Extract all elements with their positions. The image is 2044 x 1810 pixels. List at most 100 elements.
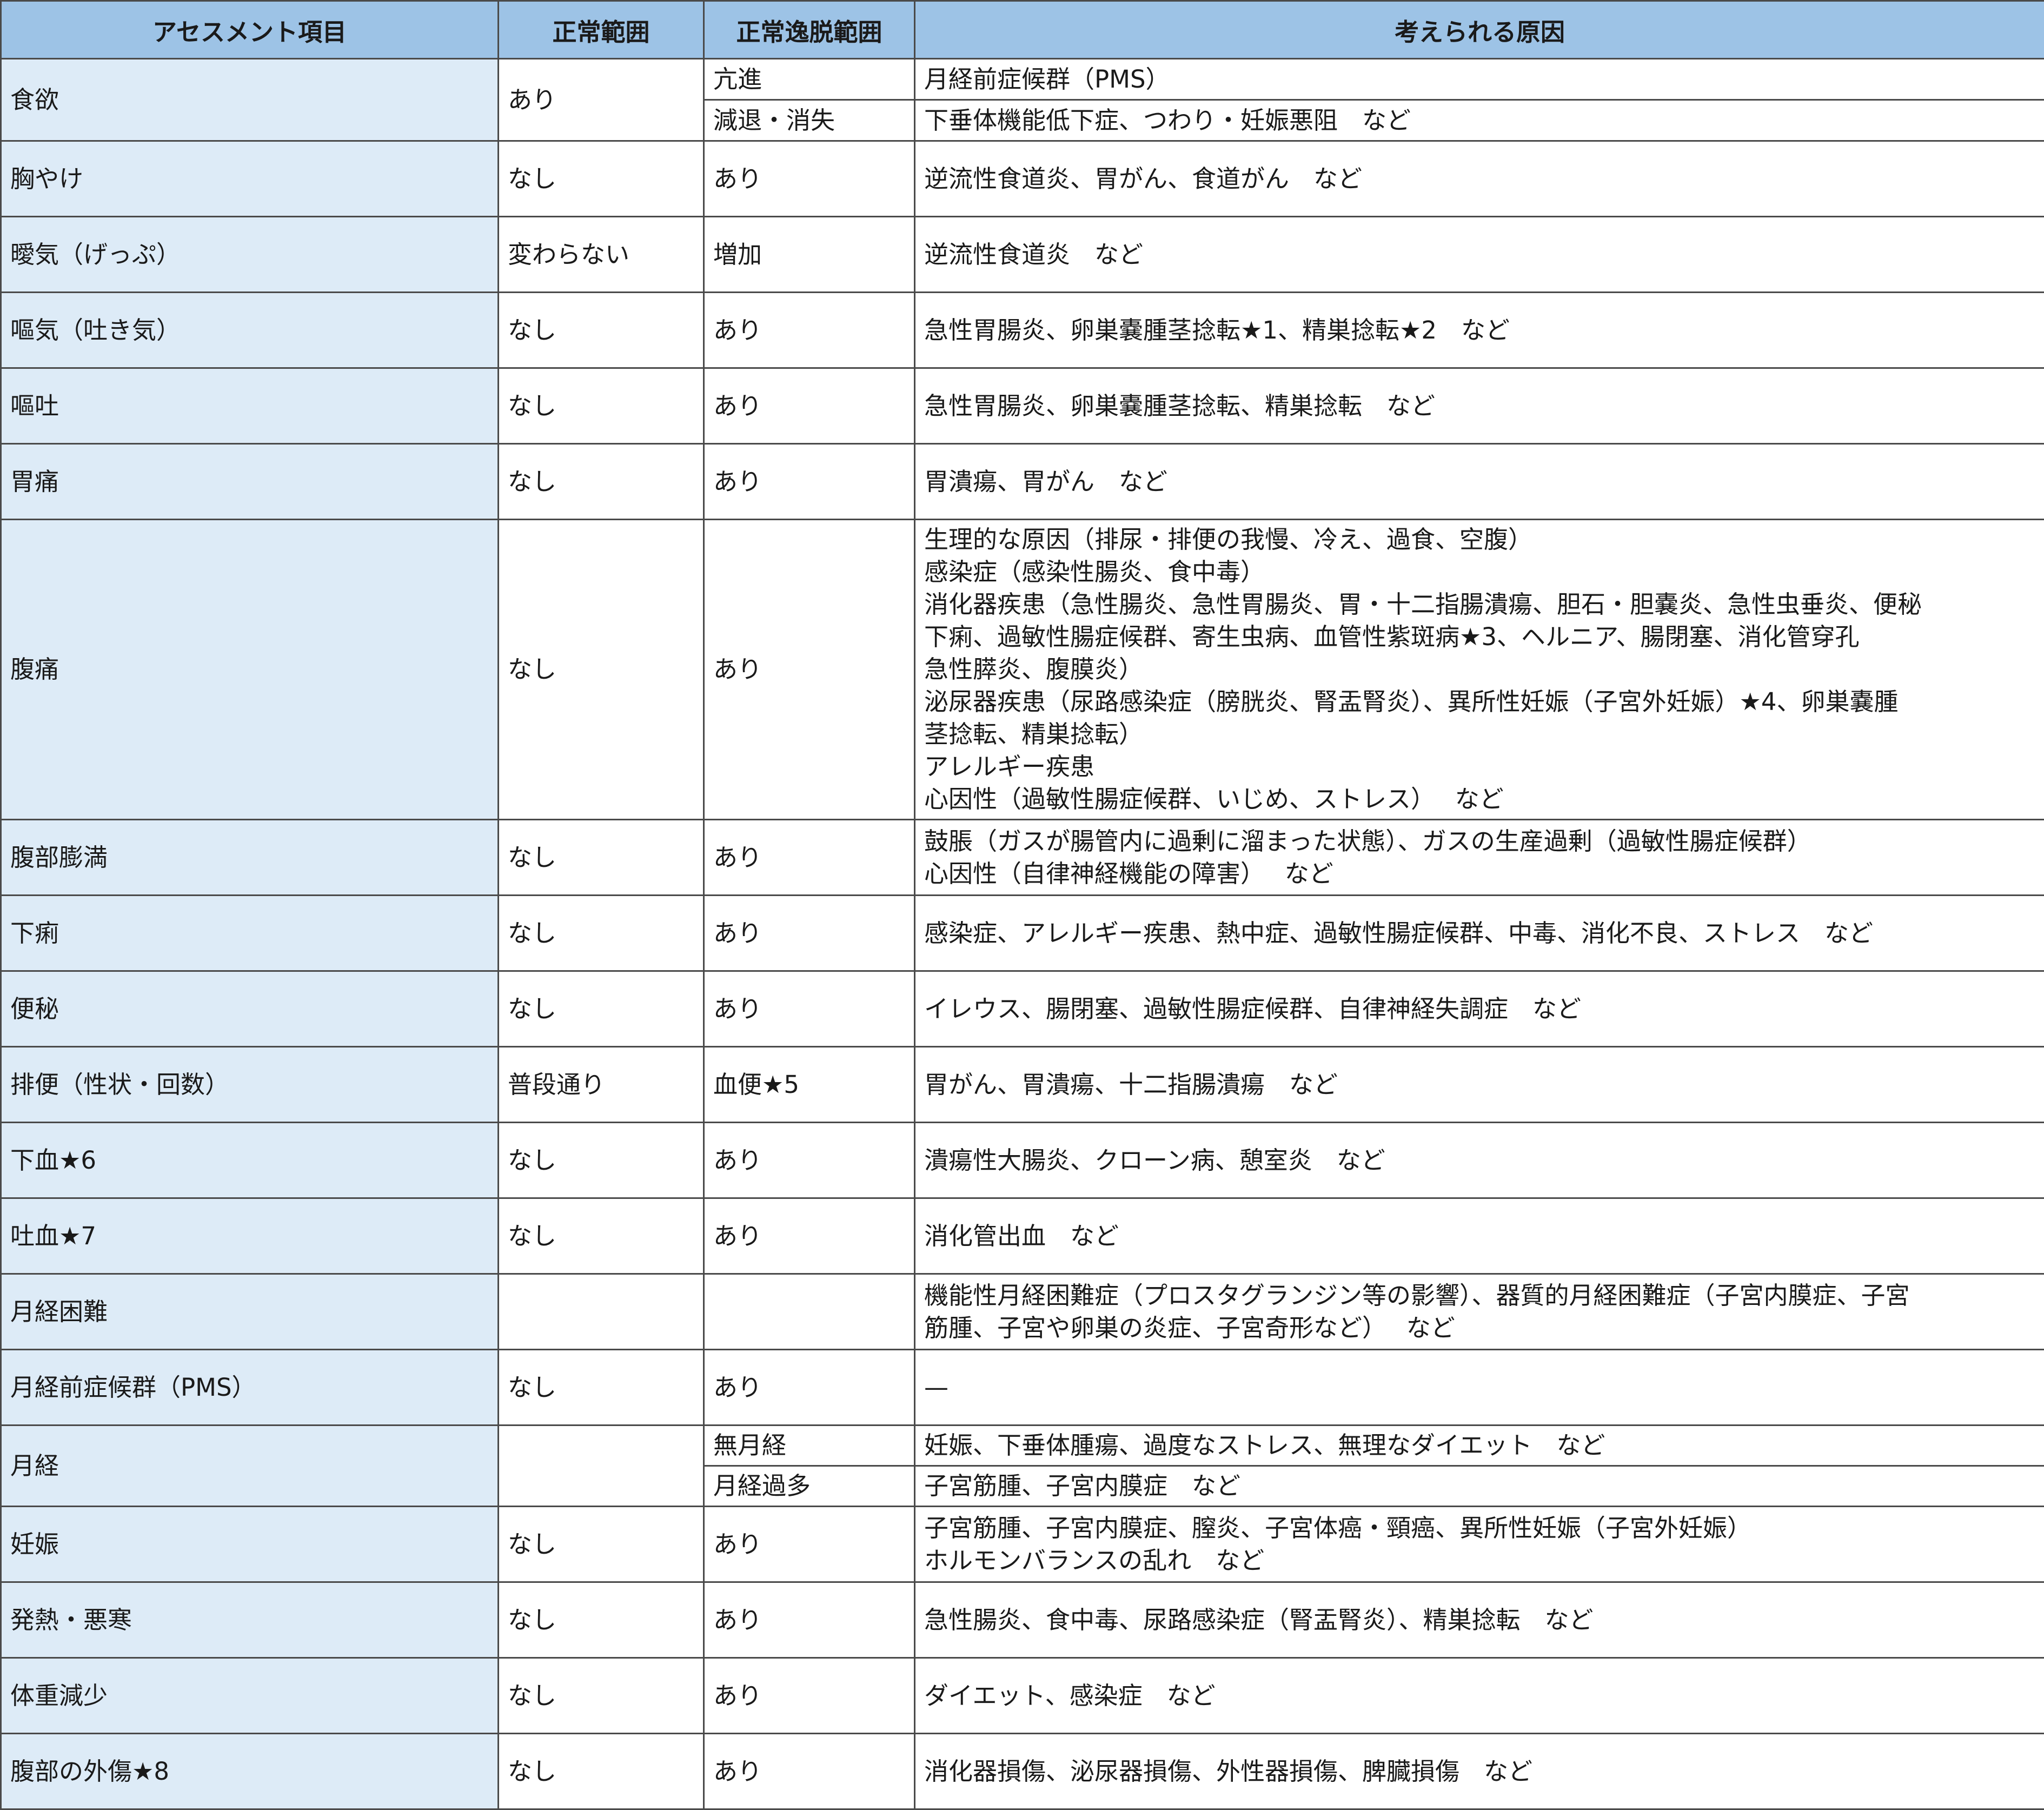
item-cell: 食欲	[1, 59, 499, 141]
item-cell: 嘔吐	[1, 368, 499, 444]
abnormal-cell: あり	[704, 1734, 915, 1809]
normal-cell: なし	[499, 1198, 704, 1274]
table-row: 曖気（げっぷ） 変わらない 増加 逆流性食道炎 など	[1, 217, 2044, 293]
abnormal-cell: あり	[704, 1350, 915, 1426]
cause-cell: 消化管出血 など	[915, 1198, 2044, 1274]
normal-cell: なし	[499, 820, 704, 896]
cause-cell: 機能性月経困難症（プロスタグランジン等の影響）、器質的月経困難症（子宮内膜症、子…	[915, 1274, 2044, 1350]
abnormal-cell: あり	[704, 520, 915, 820]
table-row: 腹部の外傷★8 なし あり 消化器損傷、泌尿器損傷、外性器損傷、脾臓損傷 など	[1, 1734, 2044, 1809]
abnormal-cell: 増加	[704, 217, 915, 293]
abnormal-cell: あり	[704, 141, 915, 217]
cause-cell: 胃潰瘍、胃がん など	[915, 444, 2044, 520]
cause-line: 茎捻転、精巣捻転）	[924, 718, 2035, 751]
cause-line: 機能性月経困難症（プロスタグランジン等の影響）、器質的月経困難症（子宮内膜症、子…	[924, 1279, 2035, 1312]
abnormal-cell: あり	[704, 820, 915, 896]
table-row: 胸やけ なし あり 逆流性食道炎、胃がん、食道がん など	[1, 141, 2044, 217]
item-cell: 便秘	[1, 971, 499, 1047]
item-cell: 嘔気（吐き気）	[1, 293, 499, 368]
normal-cell: なし	[499, 1658, 704, 1734]
cause-cell: 逆流性食道炎 など	[915, 217, 2044, 293]
abnormal-cell: あり	[704, 1582, 915, 1658]
table-row: 吐血★7 なし あり 消化管出血 など	[1, 1198, 2044, 1274]
cause-cell: 月経前症候群（PMS）	[915, 59, 2044, 100]
normal-cell	[499, 1274, 704, 1350]
cause-cell: 消化器損傷、泌尿器損傷、外性器損傷、脾臓損傷 など	[915, 1734, 2044, 1809]
cause-cell: イレウス、腸閉塞、過敏性腸症候群、自律神経失調症 など	[915, 971, 2044, 1047]
cause-cell: 逆流性食道炎、胃がん、食道がん など	[915, 141, 2044, 217]
normal-cell: なし	[499, 444, 704, 520]
item-cell: 吐血★7	[1, 1198, 499, 1274]
normal-cell: なし	[499, 293, 704, 368]
normal-cell: なし	[499, 1582, 704, 1658]
abnormal-cell: あり	[704, 971, 915, 1047]
table-row: 排便（性状・回数） 普段通り 血便★5 胃がん、胃潰瘍、十二指腸潰瘍 など	[1, 1047, 2044, 1123]
abnormal-cell: 亢進	[704, 59, 915, 100]
table-row: 腹痛 なし あり 生理的な原因（排尿・排便の我慢、冷え、過食、空腹） 感染症（感…	[1, 520, 2044, 820]
cause-cell: 急性腸炎、食中毒、尿路感染症（腎盂腎炎）、精巣捻転 など	[915, 1582, 2044, 1658]
normal-cell: なし	[499, 1350, 704, 1426]
cause-cell: 潰瘍性大腸炎、クローン病、憩室炎 など	[915, 1123, 2044, 1198]
item-cell: 月経前症候群（PMS）	[1, 1350, 499, 1426]
cause-line: 心因性（自律神経機能の障害） など	[924, 858, 2035, 890]
cause-line: 鼓脹（ガスが腸管内に過剰に溜まった状態）、ガスの生産過剰（過敏性腸症候群）	[924, 825, 2035, 858]
table-row: 食欲 あり 亢進 月経前症候群（PMS）	[1, 59, 2044, 100]
normal-cell: 変わらない	[499, 217, 704, 293]
normal-cell: なし	[499, 1123, 704, 1198]
normal-cell	[499, 1426, 704, 1507]
cause-line: 急性膵炎、腹膜炎）	[924, 653, 2035, 686]
cause-cell: 鼓脹（ガスが腸管内に過剰に溜まった状態）、ガスの生産過剰（過敏性腸症候群） 心因…	[915, 820, 2044, 896]
abnormal-cell: あり	[704, 368, 915, 444]
abnormal-cell: あり	[704, 293, 915, 368]
header-abnormal-range: 正常逸脱範囲	[704, 1, 915, 59]
abnormal-cell: 月経過多	[704, 1466, 915, 1507]
item-cell: 胃痛	[1, 444, 499, 520]
cause-line: 生理的な原因（排尿・排便の我慢、冷え、過食、空腹）	[924, 523, 2035, 556]
normal-cell: なし	[499, 368, 704, 444]
item-cell: 下血★6	[1, 1123, 499, 1198]
table-row: 月経困難 機能性月経困難症（プロスタグランジン等の影響）、器質的月経困難症（子宮…	[1, 1274, 2044, 1350]
table-row: 嘔気（吐き気） なし あり 急性胃腸炎、卵巣嚢腫茎捻転★1、精巣捻転★2 など	[1, 293, 2044, 368]
cause-cell: 下垂体機能低下症、つわり・妊娠悪阻 など	[915, 100, 2044, 141]
header-normal-range: 正常範囲	[499, 1, 704, 59]
abnormal-cell: 減退・消失	[704, 100, 915, 141]
item-cell: 発熱・悪寒	[1, 1582, 499, 1658]
table-row: 下血★6 なし あり 潰瘍性大腸炎、クローン病、憩室炎 など	[1, 1123, 2044, 1198]
item-cell: 妊娠	[1, 1507, 499, 1582]
cause-line: 下痢、過敏性腸症候群、寄生虫病、血管性紫斑病★3、ヘルニア、腸閉塞、消化管穿孔	[924, 621, 2035, 653]
table-row: 下痢 なし あり 感染症、アレルギー疾患、熱中症、過敏性腸症候群、中毒、消化不良…	[1, 896, 2044, 971]
normal-cell: なし	[499, 141, 704, 217]
item-cell: 胸やけ	[1, 141, 499, 217]
cause-cell: 妊娠、下垂体腫瘍、過度なストレス、無理なダイエット など	[915, 1426, 2044, 1466]
item-cell: 腹部膨満	[1, 820, 499, 896]
table-row: 発熱・悪寒 なし あり 急性腸炎、食中毒、尿路感染症（腎盂腎炎）、精巣捻転 など	[1, 1582, 2044, 1658]
cause-cell: 生理的な原因（排尿・排便の我慢、冷え、過食、空腹） 感染症（感染性腸炎、食中毒）…	[915, 520, 2044, 820]
cause-cell: 感染症、アレルギー疾患、熱中症、過敏性腸症候群、中毒、消化不良、ストレス など	[915, 896, 2044, 971]
item-cell: 下痢	[1, 896, 499, 971]
abnormal-cell	[704, 1274, 915, 1350]
cause-line: 心因性（過敏性腸症候群、いじめ、ストレス） など	[924, 783, 2035, 816]
cause-line: 子宮筋腫、子宮内膜症、膣炎、子宮体癌・頸癌、異所性妊娠（子宮外妊娠）	[924, 1512, 2035, 1544]
table-row: 胃痛 なし あり 胃潰瘍、胃がん など	[1, 444, 2044, 520]
normal-cell: なし	[499, 1734, 704, 1809]
cause-cell: 子宮筋腫、子宮内膜症 など	[915, 1466, 2044, 1507]
abnormal-cell: 無月経	[704, 1426, 915, 1466]
cause-cell: —	[915, 1350, 2044, 1426]
header-possible-causes: 考えられる原因	[915, 1, 2044, 59]
item-cell: 腹部の外傷★8	[1, 1734, 499, 1809]
abnormal-cell: あり	[704, 1198, 915, 1274]
abnormal-cell: あり	[704, 444, 915, 520]
item-cell: 月経	[1, 1426, 499, 1507]
abnormal-cell: あり	[704, 1123, 915, 1198]
normal-cell: なし	[499, 896, 704, 971]
item-cell: 排便（性状・回数）	[1, 1047, 499, 1123]
cause-line: ホルモンバランスの乱れ など	[924, 1544, 2035, 1577]
cause-line: 感染症（感染性腸炎、食中毒）	[924, 556, 2035, 588]
table-row: 月経 無月経 妊娠、下垂体腫瘍、過度なストレス、無理なダイエット など	[1, 1426, 2044, 1466]
table-row: 体重減少 なし あり ダイエット、感染症 など	[1, 1658, 2044, 1734]
item-cell: 曖気（げっぷ）	[1, 217, 499, 293]
normal-cell: なし	[499, 520, 704, 820]
table-row: 妊娠 なし あり 子宮筋腫、子宮内膜症、膣炎、子宮体癌・頸癌、異所性妊娠（子宮外…	[1, 1507, 2044, 1582]
item-cell: 腹痛	[1, 520, 499, 820]
header-row: アセスメント項目 正常範囲 正常逸脱範囲 考えられる原因	[1, 1, 2044, 59]
